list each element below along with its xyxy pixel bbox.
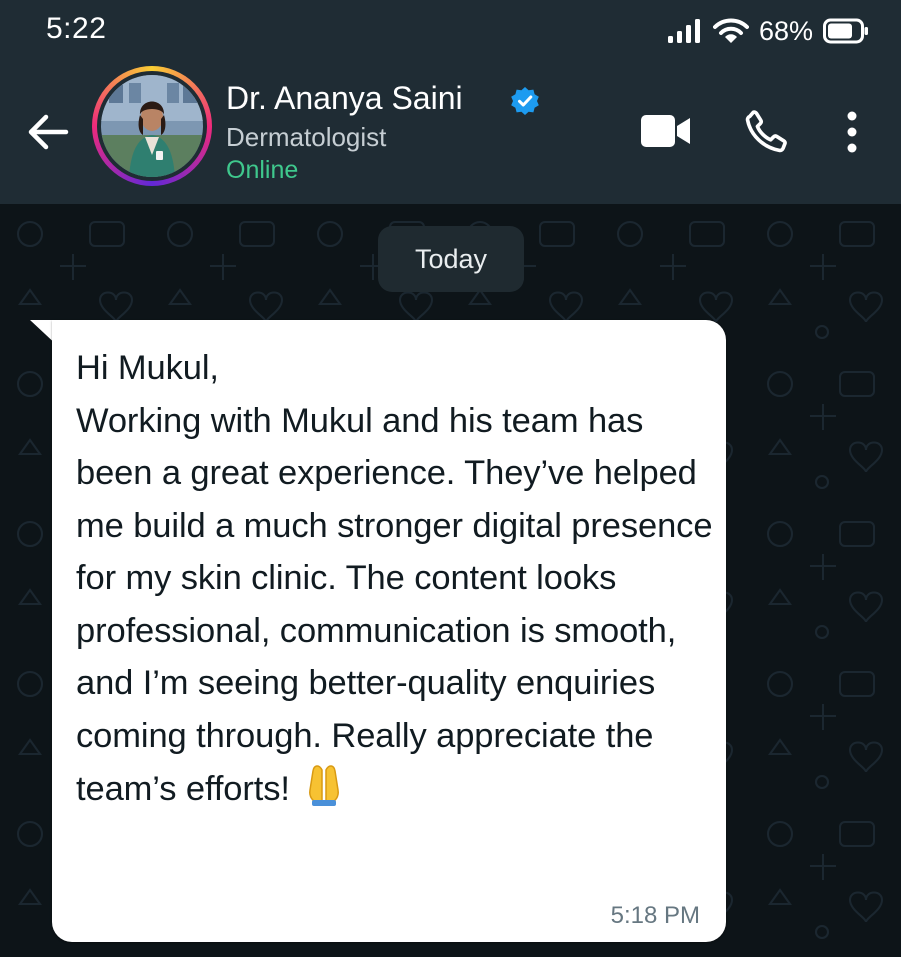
contact-name[interactable]: Dr. Ananya Saini — [226, 80, 463, 117]
verified-badge-icon — [511, 87, 539, 115]
wifi-icon — [712, 18, 749, 43]
message-text[interactable]: Hi Mukul, Working with Mukul and his tea… — [76, 342, 716, 822]
chat-screen: 5:22 68% Dr. Ananya Saini Dermatologist … — [0, 0, 901, 957]
chat-header: 5:22 68% Dr. Ananya Saini Dermatologist … — [0, 0, 901, 204]
message-body: Hi Mukul, Working with Mukul and his tea… — [76, 349, 713, 808]
avatar-ring-gap — [97, 71, 207, 181]
folded-hands-emoji-icon — [300, 762, 348, 822]
battery-percent: 68% — [758, 15, 813, 46]
voice-call-icon[interactable] — [744, 108, 790, 154]
message-time: 5:18 PM — [610, 902, 700, 929]
chat-area[interactable]: Today Hi Mukul, Working with Mukul and h… — [0, 204, 901, 957]
incoming-message-bubble[interactable]: Hi Mukul, Working with Mukul and his tea… — [52, 320, 726, 942]
avatar-photo — [101, 75, 203, 177]
contact-subtitle: Dermatologist — [226, 122, 387, 152]
signal-icon — [667, 19, 700, 43]
battery-icon — [823, 18, 868, 44]
contact-status: Online — [226, 156, 299, 184]
contact-avatar[interactable] — [92, 66, 212, 186]
status-time: 5:22 — [46, 12, 107, 45]
status-indicators: 68% — [667, 14, 869, 48]
date-separator: Today — [378, 226, 524, 292]
video-call-icon[interactable] — [640, 114, 692, 148]
back-arrow-icon[interactable] — [26, 112, 70, 152]
more-options-icon[interactable] — [845, 110, 859, 154]
